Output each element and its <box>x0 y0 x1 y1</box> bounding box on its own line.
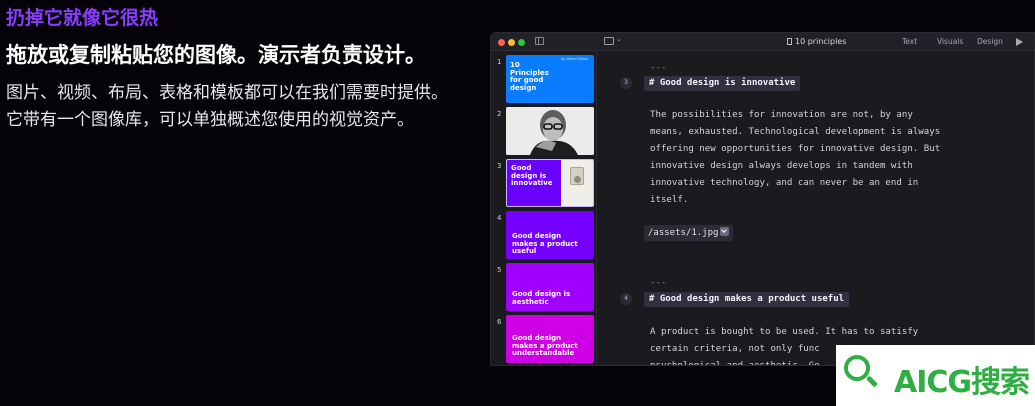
slide-byline: by Dieter Rams <box>560 57 588 61</box>
watermark-text: AICG搜索 <box>894 365 1030 400</box>
portrait-photo <box>506 107 594 155</box>
slide-thumbnail-4[interactable]: Good design makes a product useful <box>506 211 594 259</box>
title-bar: ⌄ 10 principles Text Visuals Design <box>491 33 1034 51</box>
promo-body: 图片、视频、布局、表格和模板都可以在我们需要时提供。它带有一个图像库，可以单独概… <box>6 83 448 130</box>
slide-title: Good design is innovative <box>511 164 553 187</box>
slide-number: 3 <box>497 162 502 170</box>
slide-thumbnail-5[interactable]: Good design is aesthetic <box>506 263 594 311</box>
asset-path: /assets/1.jpg <box>648 228 719 238</box>
promo-eyebrow: 扔掉它就像它很热 <box>6 7 159 29</box>
tab-visuals[interactable]: Visuals <box>937 37 963 46</box>
slide-marker-3[interactable]: 3 <box>620 77 632 89</box>
tab-text[interactable]: Text <box>902 37 917 46</box>
document-icon <box>787 38 792 45</box>
promo-section: 扔掉它就像它很热 拖放或复制粘贴您的图像。演示者负责设计。 图片、视频、布局、表… <box>6 4 466 134</box>
play-icon[interactable] <box>1016 38 1023 46</box>
slide-marker-4[interactable]: 4 <box>620 293 632 305</box>
slide-thumbnail-2[interactable] <box>506 107 594 155</box>
slide-separator: --- <box>650 278 667 288</box>
radio-icon <box>570 167 584 185</box>
zoom-window-button[interactable] <box>518 39 525 46</box>
magnifier-icon <box>844 355 870 381</box>
slide-title: 10 Principles for good design <box>510 61 549 92</box>
chevron-down-icon[interactable]: ⌄ <box>616 35 622 43</box>
slide-thumbnail-3[interactable]: Good design is innovative <box>506 159 594 207</box>
document-title-text: 10 principles <box>795 37 847 46</box>
close-window-button[interactable] <box>498 39 505 46</box>
slide-title: Good design makes a product useful <box>512 232 578 255</box>
document-title: 10 principles <box>787 37 846 46</box>
promo-headline: 拖放或复制粘贴您的图像。演示者负责设计。 <box>6 43 426 67</box>
slide-heading: # Good design makes a product useful <box>644 292 850 307</box>
layout-icon[interactable] <box>604 37 614 45</box>
slide-number: 1 <box>497 58 502 66</box>
app-window: ⌄ 10 principles Text Visuals Design 1 by… <box>490 32 1035 366</box>
chevron-down-icon[interactable] <box>720 227 730 236</box>
asset-reference[interactable]: /assets/1.jpg <box>644 225 734 241</box>
minimize-window-button[interactable] <box>508 39 515 46</box>
slide-image <box>561 160 593 206</box>
markdown-editor[interactable]: --- 3 # Good design is innovative The po… <box>598 52 1034 365</box>
slide-heading: # Good design is innovative <box>644 76 801 91</box>
slide-title: Good design is aesthetic <box>512 290 571 306</box>
slide-title: Good design makes a product understandab… <box>512 334 578 357</box>
slide-separator: --- <box>650 63 667 73</box>
sidebar-toggle-icon[interactable] <box>535 37 544 45</box>
watermark: AICG搜索 <box>836 345 1035 406</box>
tab-design[interactable]: Design <box>977 37 1003 46</box>
slide-number: 2 <box>497 110 502 118</box>
slide-list: 1 by Dieter Rams 10 Principles for good … <box>491 52 597 365</box>
slide-paragraph: The possibilities for innovation are not… <box>650 110 941 205</box>
slide-number: 5 <box>497 266 502 274</box>
slide-number: 4 <box>497 214 502 222</box>
slide-number: 6 <box>497 318 502 326</box>
slide-thumbnail-1[interactable]: by Dieter Rams 10 Principles for good de… <box>506 55 594 103</box>
slide-thumbnail-6[interactable]: Good design makes a product understandab… <box>506 315 594 363</box>
